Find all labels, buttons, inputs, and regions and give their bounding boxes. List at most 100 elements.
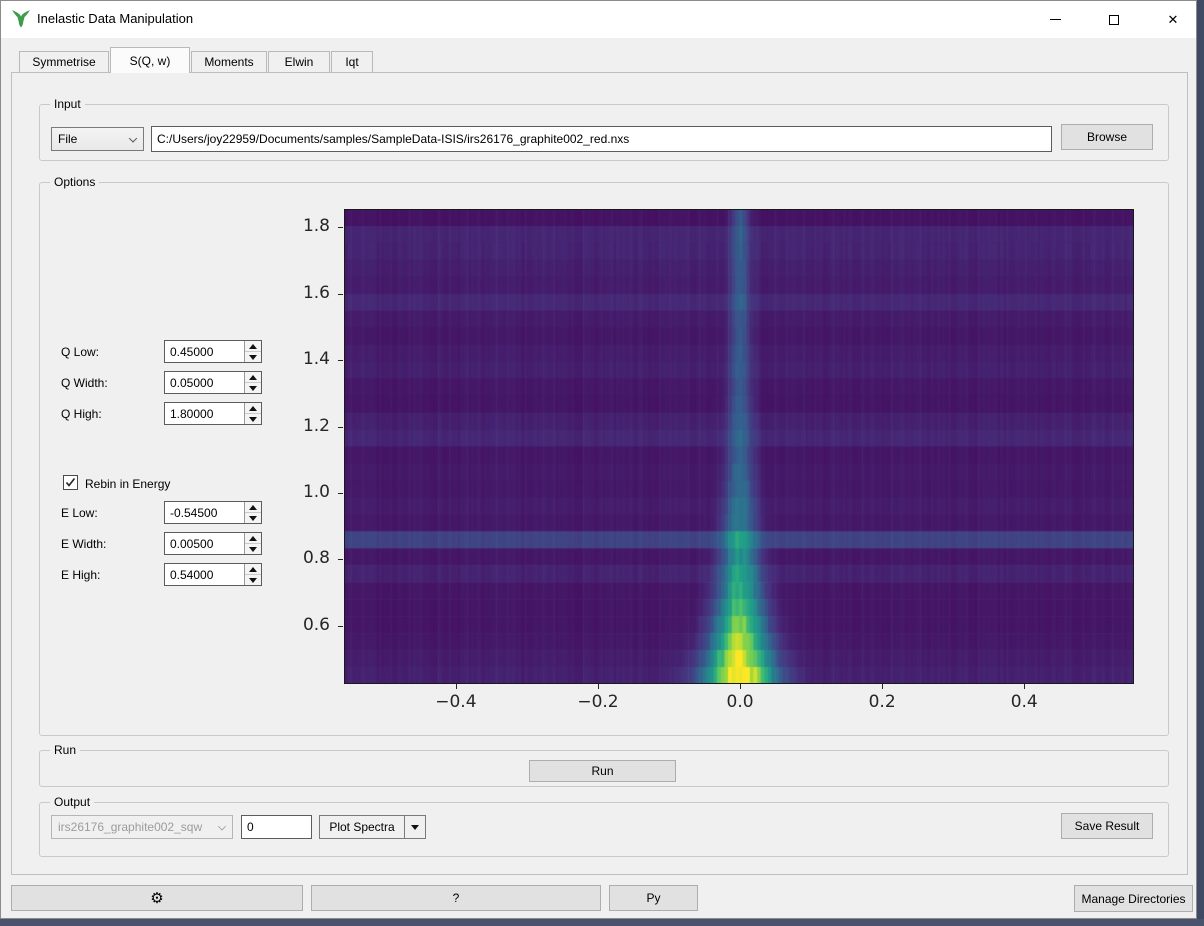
manage-directories-label: Manage Directories — [1081, 892, 1185, 906]
window-title: Inelastic Data Manipulation — [37, 11, 193, 26]
maximize-icon — [1109, 15, 1119, 25]
python-export-button[interactable]: Py — [609, 885, 698, 911]
y-tick — [338, 227, 343, 228]
spin-up-icon[interactable] — [245, 341, 261, 352]
y-tick — [338, 559, 343, 560]
background-window-edge — [0, 919, 1204, 926]
run-group-label: Run — [50, 743, 80, 757]
browse-button-label: Browse — [1087, 130, 1127, 144]
q-low-spinbox[interactable]: 0.45000 — [164, 340, 262, 363]
spin-up-icon[interactable] — [245, 533, 261, 544]
help-label: ? — [453, 891, 460, 905]
spin-up-icon[interactable] — [245, 502, 261, 513]
q-high-value: 1.80000 — [170, 407, 213, 421]
minimize-button[interactable] — [1032, 1, 1078, 38]
tab-iqt[interactable]: Iqt — [331, 51, 373, 73]
tab-moments[interactable]: Moments — [191, 51, 267, 73]
rebin-in-energy-label: Rebin in Energy — [85, 477, 170, 491]
chevron-down-icon — [411, 825, 419, 830]
e-width-spinbox[interactable]: 0.00500 — [164, 532, 262, 555]
x-tick-label: 0.2 — [869, 692, 896, 712]
y-tick-label: 0.8 — [272, 548, 330, 568]
spin-buttons[interactable] — [244, 564, 261, 585]
e-width-value: 0.00500 — [170, 537, 213, 551]
y-tick-label: 1.0 — [272, 482, 330, 502]
spin-down-icon[interactable] — [245, 383, 261, 393]
tab-symmetrise[interactable]: Symmetrise — [19, 51, 109, 73]
settings-button[interactable]: ⚙ — [11, 885, 303, 911]
input-source-combobox[interactable]: File — [51, 127, 144, 151]
inelastic-data-manipulation-window: Inelastic Data Manipulation ✕ Symmetrise… — [0, 0, 1197, 919]
spin-up-icon[interactable] — [245, 372, 261, 383]
spin-buttons[interactable] — [244, 372, 261, 393]
title-bar: Inelastic Data Manipulation ✕ — [1, 1, 1196, 38]
spin-down-icon[interactable] — [245, 575, 261, 585]
rebin-in-energy-checkbox[interactable] — [63, 475, 78, 490]
chevron-down-icon — [129, 134, 137, 142]
plot-border — [344, 209, 1134, 684]
tab-elwin[interactable]: Elwin — [268, 51, 330, 73]
minimize-icon — [1050, 19, 1061, 20]
tab-label: Moments — [204, 55, 253, 69]
y-tick — [338, 360, 343, 361]
e-high-value: 0.54000 — [170, 568, 213, 582]
browse-button[interactable]: Browse — [1061, 124, 1153, 150]
e-width-label: E Width: — [61, 537, 106, 551]
file-path-value: C:/Users/joy22959/Documents/samples/Samp… — [157, 132, 629, 146]
y-tick-label: 1.6 — [272, 283, 330, 303]
run-button-label: Run — [591, 764, 613, 778]
spectrum-index-value: 0 — [247, 820, 254, 834]
maximize-button[interactable] — [1091, 1, 1137, 38]
spin-buttons[interactable] — [244, 502, 261, 523]
plot-spectra-dropdown[interactable] — [404, 816, 425, 838]
y-tick — [338, 427, 343, 428]
tab-sqw[interactable]: S(Q, w) — [110, 47, 190, 73]
save-result-label: Save Result — [1075, 819, 1140, 833]
spin-buttons[interactable] — [244, 403, 261, 424]
y-tick — [338, 294, 343, 295]
spin-buttons[interactable] — [244, 533, 261, 554]
run-button[interactable]: Run — [529, 760, 676, 782]
y-tick-label: 1.4 — [272, 349, 330, 369]
spin-up-icon[interactable] — [245, 403, 261, 414]
plot-spectra-button[interactable]: Plot Spectra — [319, 815, 426, 839]
output-workspace-name: irs26176_graphite002_sqw — [58, 820, 202, 834]
save-result-button[interactable]: Save Result — [1061, 813, 1153, 839]
mantid-logo-icon — [11, 9, 31, 29]
spin-down-icon[interactable] — [245, 544, 261, 554]
chevron-down-icon — [218, 822, 226, 830]
q-low-value: 0.45000 — [170, 345, 213, 359]
q-high-label: Q High: — [61, 407, 102, 421]
input-group-label: Input — [50, 97, 85, 111]
spin-down-icon[interactable] — [245, 352, 261, 362]
e-high-label: E High: — [61, 568, 100, 582]
x-tick-label: 0.0 — [727, 692, 754, 712]
q-high-spinbox[interactable]: 1.80000 — [164, 402, 262, 425]
e-high-spinbox[interactable]: 0.54000 — [164, 563, 262, 586]
x-tick — [740, 684, 741, 689]
manage-directories-button[interactable]: Manage Directories — [1074, 885, 1193, 912]
x-tick — [882, 684, 883, 689]
y-tick-label: 1.8 — [272, 216, 330, 236]
e-low-value: -0.54500 — [170, 506, 217, 520]
x-tick-label: −0.4 — [435, 692, 476, 712]
e-low-spinbox[interactable]: -0.54500 — [164, 501, 262, 524]
tab-label: Iqt — [345, 55, 358, 69]
close-button[interactable]: ✕ — [1150, 1, 1196, 38]
spin-down-icon[interactable] — [245, 414, 261, 424]
tab-label: Symmetrise — [32, 55, 95, 69]
options-group-label: Options — [50, 175, 99, 189]
file-path-input[interactable]: C:/Users/joy22959/Documents/samples/Samp… — [151, 126, 1052, 152]
e-low-label: E Low: — [61, 506, 98, 520]
help-button[interactable]: ? — [311, 885, 601, 911]
q-low-label: Q Low: — [61, 345, 99, 359]
spectrum-index-input[interactable]: 0 — [241, 815, 312, 839]
check-icon — [65, 477, 76, 488]
spin-up-icon[interactable] — [245, 564, 261, 575]
gear-icon: ⚙ — [150, 889, 163, 907]
spin-buttons[interactable] — [244, 341, 261, 362]
y-tick-label: 1.2 — [272, 416, 330, 436]
q-width-value: 0.05000 — [170, 376, 213, 390]
spin-down-icon[interactable] — [245, 513, 261, 523]
q-width-spinbox[interactable]: 0.05000 — [164, 371, 262, 394]
